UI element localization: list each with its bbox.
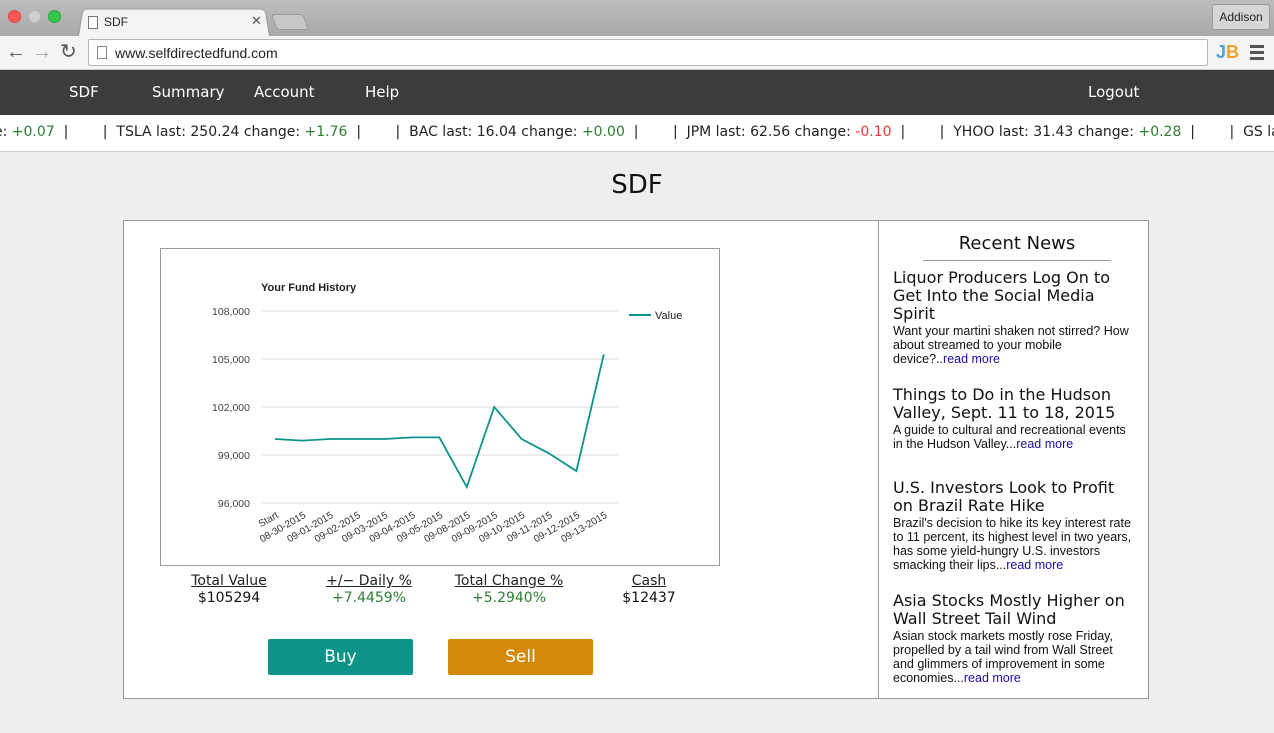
news-summary: A guide to cultural and recreational eve… xyxy=(893,423,1126,451)
y-tick-label: 99,000 xyxy=(218,450,250,462)
back-arrow-icon[interactable]: ← xyxy=(6,40,26,64)
news-headline[interactable]: U.S. Investors Look to Profit on Brazil … xyxy=(893,479,1137,515)
stat-label: +/− Daily % xyxy=(326,573,412,589)
stat-label: Total Value xyxy=(191,573,267,589)
extension-icon[interactable]: JB xyxy=(1216,42,1239,63)
forward-arrow-icon[interactable]: → xyxy=(32,40,52,64)
news-item: U.S. Investors Look to Profit on Brazil … xyxy=(893,479,1137,573)
nav-summary[interactable]: Summary xyxy=(152,83,225,101)
extension-label-j: J xyxy=(1216,42,1227,62)
read-more-link[interactable]: read more xyxy=(1006,558,1063,572)
page-title: SDF xyxy=(611,170,663,200)
stat-label: Cash xyxy=(631,573,667,589)
y-tick-label: 102,000 xyxy=(212,402,250,414)
page-icon xyxy=(97,46,107,59)
stat-value: +7.4459% xyxy=(331,590,407,606)
window-maximize-button[interactable] xyxy=(48,10,61,23)
sell-button[interactable]: Sell xyxy=(448,639,593,675)
chart-svg: Your Fund History 96,000 99,000 102,000 105,… xyxy=(212,282,682,545)
profile-button[interactable]: Addison xyxy=(1212,4,1270,30)
legend-label: Value xyxy=(655,310,682,322)
news-heading: Recent News xyxy=(923,233,1111,261)
ticker-item: | GS last: 185.27 cha xyxy=(1229,124,1274,140)
news-summary: Want your martini shaken not stirred? Ho… xyxy=(893,324,1129,366)
stat-daily-pct: +/− Daily % +7.4459% xyxy=(324,573,414,606)
news-item: Liquor Producers Log On to Get Into the … xyxy=(893,269,1137,367)
recent-news: Recent News Liquor Producers Log On to G… xyxy=(893,233,1137,685)
stat-total-value: Total Value $105294 xyxy=(184,573,274,606)
y-tick-label: 108,000 xyxy=(212,306,250,318)
dashboard-panel: Your Fund History 96,000 99,000 102,000 105,… xyxy=(123,220,1149,699)
ticker-item: | YHOO last: 31.43 change: +0.28 | xyxy=(939,124,1195,140)
site-navbar: SDF Summary Account Help Logout xyxy=(0,70,1274,115)
y-tick-label: 96,000 xyxy=(218,498,250,510)
read-more-link[interactable]: read more xyxy=(1016,437,1073,451)
news-summary: Brazil's decision to hike its key intere… xyxy=(893,516,1132,572)
window-minimize-button[interactable] xyxy=(28,10,41,23)
new-tab-button[interactable] xyxy=(271,14,309,30)
nav-help[interactable]: Help xyxy=(365,83,399,101)
stat-cash: Cash $12437 xyxy=(614,573,684,606)
news-headline[interactable]: Things to Do in the Hudson Valley, Sept.… xyxy=(893,386,1137,422)
stat-value: $105294 xyxy=(197,590,261,606)
extension-label-b: B xyxy=(1226,42,1240,62)
read-more-link[interactable]: read more xyxy=(964,671,1021,685)
news-item: Things to Do in the Hudson Valley, Sept.… xyxy=(893,386,1137,452)
page-icon xyxy=(88,15,98,29)
browser-tab-label-wrap[interactable]: SDF xyxy=(88,12,268,32)
ticker-item: e: +0.07 | xyxy=(0,124,69,140)
browser-tab-title: SDF xyxy=(104,15,128,29)
reload-icon[interactable]: ↻ xyxy=(60,40,77,64)
url-text: www.selfdirectedfund.com xyxy=(115,44,278,61)
chart-title: Your Fund History xyxy=(261,282,357,294)
ticker-item: | JPM last: 62.56 change: -0.10 | xyxy=(672,124,906,140)
stat-total-change: Total Change % +5.2940% xyxy=(454,573,564,606)
buy-button[interactable]: Buy xyxy=(268,639,413,675)
tab-close-icon[interactable]: ✕ xyxy=(251,13,262,29)
fund-history-chart: Your Fund History 96,000 99,000 102,000 105,… xyxy=(160,248,720,566)
nav-logout[interactable]: Logout xyxy=(1088,83,1139,101)
browser-tab-strip: SDF ✕ Addison xyxy=(0,0,1274,37)
stock-ticker: e: +0.07 | | TSLA last: 250.24 change: +… xyxy=(0,115,1274,152)
stat-label: Total Change % xyxy=(454,573,564,589)
window-close-button[interactable] xyxy=(8,10,21,23)
read-more-link[interactable]: read more xyxy=(943,352,1000,366)
stat-value: $12437 xyxy=(622,590,676,606)
nav-sdf[interactable]: SDF xyxy=(69,83,99,101)
series-line-value xyxy=(274,354,605,490)
ticker-item: | BAC last: 16.04 change: +0.00 | xyxy=(395,124,639,140)
browser-toolbar: ← → ↻ www.selfdirectedfund.com JB xyxy=(0,36,1274,70)
news-headline[interactable]: Asia Stocks Mostly Higher on Wall Street… xyxy=(893,592,1137,628)
ticker-item: | TSLA last: 250.24 change: +1.76 | xyxy=(102,124,362,140)
stat-value: +5.2940% xyxy=(471,590,547,606)
news-item: Asia Stocks Mostly Higher on Wall Street… xyxy=(893,592,1137,686)
nav-account[interactable]: Account xyxy=(254,83,315,101)
panel-divider xyxy=(878,221,879,698)
address-bar[interactable]: www.selfdirectedfund.com xyxy=(88,39,1208,66)
y-tick-label: 105,000 xyxy=(212,354,250,366)
news-headline[interactable]: Liquor Producers Log On to Get Into the … xyxy=(893,269,1137,323)
hamburger-menu-icon[interactable] xyxy=(1250,45,1264,63)
news-summary: Asian stock markets mostly rose Friday, … xyxy=(893,629,1113,685)
